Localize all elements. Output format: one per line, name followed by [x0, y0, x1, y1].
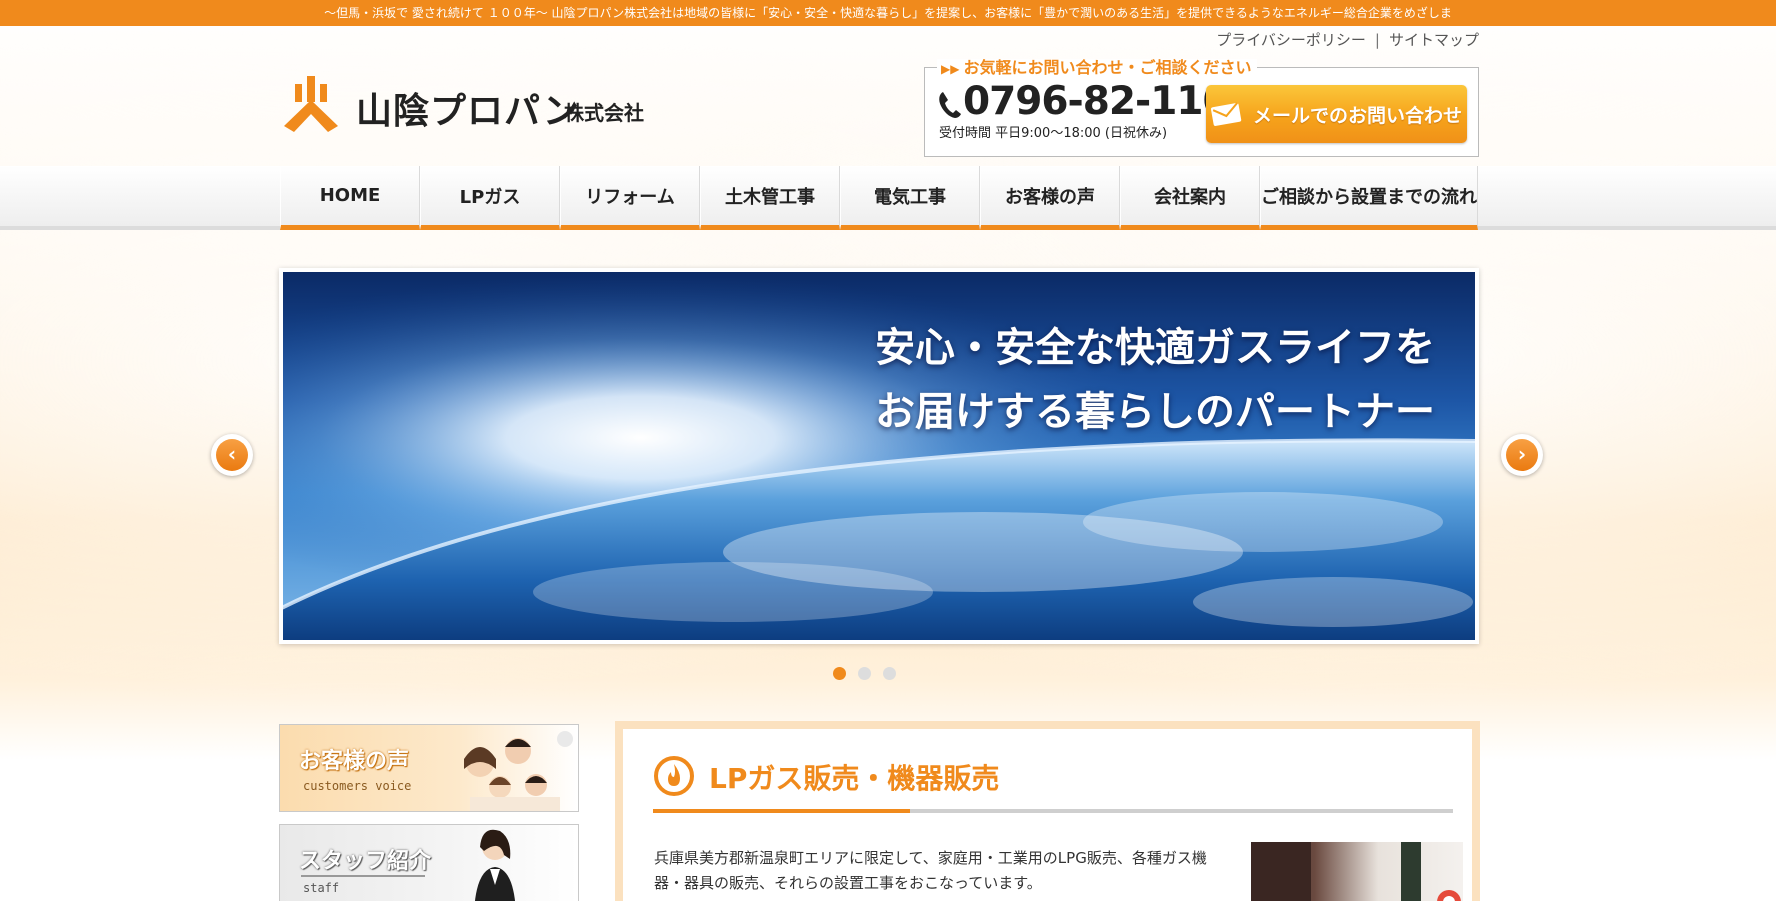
link-separator: |: [1374, 31, 1380, 49]
slider-dot-1[interactable]: [833, 667, 846, 680]
contact-box: ▶▶ お気軽にお問い合わせ・ご相談ください 0796-82-1100 受付時間 平…: [924, 59, 1479, 157]
staff-photo: [475, 829, 515, 901]
main-nav: HOME LPガス リフォーム 土木管工事 電気工事 お客様の声 会社案内 ご相…: [280, 166, 1478, 230]
utility-links: プライバシーポリシー | サイトマップ: [1216, 29, 1479, 50]
slide-caption-line2: お届けする暮らしのパートナー: [875, 389, 1435, 435]
staff-underline: [301, 875, 425, 877]
envelope-icon: [1210, 102, 1242, 126]
staff-subtitle: staff: [303, 881, 340, 895]
nav-item-electrical[interactable]: 電気工事: [840, 166, 980, 230]
slider-dots: [833, 667, 896, 680]
customer-voice-title: お客様の声: [299, 749, 410, 774]
company-name: 山陰プロパン: [356, 91, 580, 132]
hero-slide: 安心・安全な快適ガスライフを お届けする暮らしのパートナー: [283, 272, 1475, 640]
customer-voice-banner[interactable]: お客様の声 customers voice: [279, 724, 579, 812]
mail-contact-button[interactable]: メールでのお問い合わせ: [1206, 85, 1467, 143]
staff-title: スタッフ紹介: [299, 849, 432, 874]
mail-button-label: メールでのお問い合わせ: [1252, 104, 1462, 127]
nav-item-customer-voice[interactable]: お客様の声: [980, 166, 1120, 230]
section-title: LPガス販売・機器販売: [709, 762, 1000, 795]
logo-mark-icon: [284, 76, 338, 132]
double-arrow-icon: ▶▶: [941, 62, 960, 76]
nav-item-home[interactable]: HOME: [280, 166, 420, 230]
privacy-policy-link[interactable]: プライバシーポリシー: [1216, 31, 1366, 49]
nav-item-flow[interactable]: ご相談から設置までの流れ: [1260, 166, 1478, 230]
company-suffix: 株式会社: [564, 101, 644, 125]
slider-dot-2[interactable]: [858, 667, 871, 680]
company-logo[interactable]: 山陰プロパン 株式会社: [280, 76, 660, 134]
section-divider-accent: [653, 809, 910, 813]
nav-item-company[interactable]: 会社案内: [1120, 166, 1260, 230]
business-hours: 受付時間 平日9:00〜18:00 (日祝休み): [939, 126, 1168, 141]
main-content: LPガス販売・機器販売 兵庫県美方郡新温泉町エリアに限定して、家庭用・工業用のL…: [615, 721, 1480, 901]
sitemap-link[interactable]: サイトマップ: [1389, 31, 1479, 49]
family-photo: [464, 731, 573, 811]
slider-prev-button[interactable]: ‹: [211, 434, 253, 476]
nav-item-reform[interactable]: リフォーム: [560, 166, 700, 230]
content-photo: [1251, 842, 1463, 901]
slide-caption: 安心・安全な快適ガスライフを お届けする暮らしのパートナー: [875, 316, 1435, 444]
section-divider: [653, 809, 1453, 813]
slide-caption-line1: 安心・安全な快適ガスライフを: [875, 325, 1435, 371]
top-banner: 〜但馬・浜坂で 愛され続けて １００年〜 山陰プロパン株式会社は地域の皆様に「安…: [0, 0, 1776, 26]
staff-banner[interactable]: スタッフ紹介 staff: [279, 824, 579, 901]
content-photo-image: [1251, 842, 1461, 901]
nav-item-lpgas[interactable]: LPガス: [420, 166, 560, 230]
customer-voice-subtitle: customers voice: [303, 779, 412, 793]
flame-icon: [654, 756, 694, 796]
chevron-left-icon: ‹: [216, 439, 248, 471]
contact-title-text: お気軽にお問い合わせ・ご相談ください: [963, 58, 1252, 77]
chevron-right-icon: ›: [1506, 439, 1538, 471]
phone-icon: [939, 92, 961, 118]
slider-dot-3[interactable]: [883, 667, 896, 680]
contact-title: ▶▶ お気軽にお問い合わせ・ご相談ください: [937, 58, 1258, 78]
intro-text: 兵庫県美方郡新温泉町エリアに限定して、家庭用・工業用のLPG販売、各種ガス機器・…: [654, 849, 1207, 892]
nav-item-civil-engineering[interactable]: 土木管工事: [700, 166, 840, 230]
hero-slider: 安心・安全な快適ガスライフを お届けする暮らしのパートナー: [279, 268, 1479, 644]
slider-next-button[interactable]: ›: [1501, 434, 1543, 476]
